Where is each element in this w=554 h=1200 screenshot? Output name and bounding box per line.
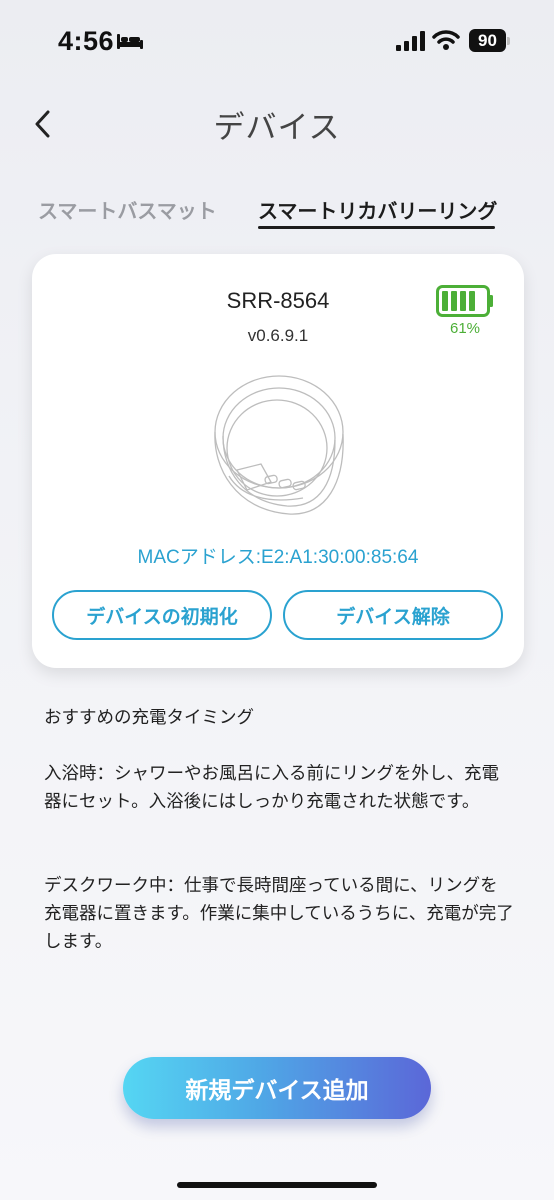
device-battery-percent: 61% — [449, 320, 481, 337]
active-tab-indicator — [258, 226, 495, 229]
unpair-device-button[interactable]: デバイス解除 — [283, 590, 503, 640]
page-title: デバイス — [213, 110, 341, 146]
battery-bar — [460, 291, 466, 311]
tab-smart-recovery-ring[interactable]: スマートリカバリーリング — [258, 195, 497, 224]
tab-smart-bath-mat[interactable]: スマートバスマット — [38, 195, 217, 224]
battery-icon: 90 — [469, 29, 506, 52]
status-bar: 4:56 90 — [0, 0, 554, 84]
add-device-button[interactable]: 新規デバイス追加 — [123, 1057, 431, 1119]
battery-tip — [507, 37, 510, 45]
bed-icon — [117, 34, 143, 49]
battery-level: 90 — [478, 30, 497, 50]
charging-tip-bath: 入浴時：シャワーやお風呂に入る前にリングを外し、充電器にセット。入浴後にはしっか… — [44, 764, 499, 812]
device-card: SRR-8564 v0.6.9.1 61% MACアドレス:E2:A1:30:0… — [32, 254, 524, 668]
home-indicator — [177, 1182, 377, 1188]
charging-tip-desk: デスクワーク中：仕事で長時間座っている間に、リングを充電器に置きます。作業に集中… — [44, 876, 514, 952]
wifi-icon — [432, 30, 460, 50]
device-battery-icon — [436, 285, 493, 317]
charging-tips-heading: おすすめの充電タイミング — [44, 708, 254, 728]
battery-bar — [469, 291, 475, 311]
reset-device-button[interactable]: デバイスの初期化 — [52, 590, 272, 640]
smart-ring-image — [214, 375, 344, 515]
signal-icon — [396, 31, 425, 51]
mac-address: MACアドレス:E2:A1:30:00:85:64 — [137, 547, 419, 568]
battery-bar — [442, 291, 448, 311]
battery-bar — [451, 291, 457, 311]
status-time: 4:56 — [58, 26, 115, 56]
